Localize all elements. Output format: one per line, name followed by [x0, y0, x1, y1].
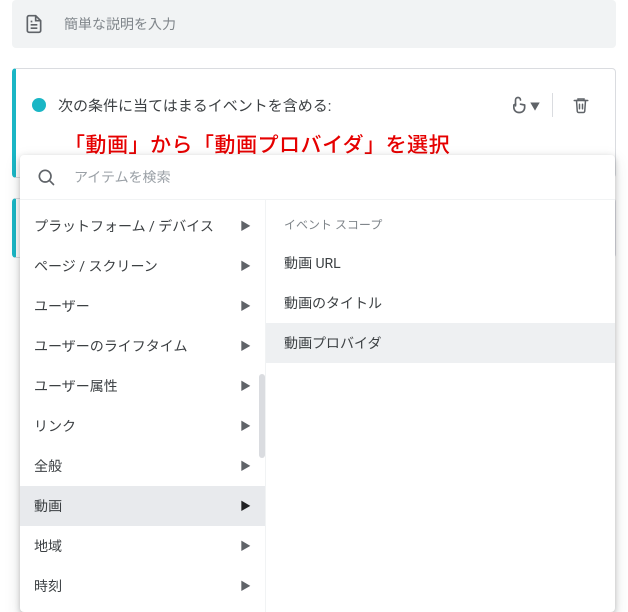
category-item[interactable]: ユーザー ▶	[20, 286, 265, 326]
category-label: 全般	[34, 456, 62, 476]
condition-actions: ▼	[506, 87, 599, 123]
description-placeholder: 簡単な説明を入力	[64, 14, 176, 34]
description-icon	[24, 14, 44, 34]
chevron-right-icon: ▶	[240, 458, 251, 474]
touch-action-button[interactable]: ▼	[506, 87, 542, 123]
category-item[interactable]: リンク ▶	[20, 406, 265, 446]
category-label: 時刻	[34, 576, 62, 596]
search-input[interactable]: アイテムを検索	[20, 155, 615, 200]
selection-popup: アイテムを検索 プラットフォーム / デバイス▶ページ / スクリーン▶ユーザー…	[20, 155, 615, 612]
category-label: 動画	[34, 496, 62, 516]
delete-button[interactable]	[563, 87, 599, 123]
items-column: イベント スコープ 動画 URL動画のタイトル動画プロバイダ	[266, 200, 615, 612]
category-label: 地域	[34, 536, 62, 556]
scope-label: イベント スコープ	[266, 206, 615, 243]
search-placeholder: アイテムを検索	[74, 167, 171, 187]
items-list-item[interactable]: 動画プロバイダ	[266, 323, 615, 363]
condition-header: 次の条件に当てはまるイベントを含める: ▼	[32, 87, 599, 123]
category-item[interactable]: ユーザー属性 ▶	[20, 366, 265, 406]
category-item[interactable]: プラットフォーム / デバイス ▶	[20, 206, 265, 246]
chevron-right-icon: ▶	[240, 498, 251, 514]
category-item[interactable]: 地域 ▶	[20, 526, 265, 566]
chevron-down-icon: ▼	[530, 98, 540, 113]
category-item[interactable]: ユーザーのライフタイム ▶	[20, 326, 265, 366]
scrollbar[interactable]	[259, 374, 265, 458]
category-item[interactable]: 動画 ▶	[20, 486, 265, 526]
chevron-right-icon: ▶	[240, 418, 251, 434]
chevron-right-icon: ▶	[240, 258, 251, 274]
action-separator	[552, 93, 553, 117]
condition-bullet-icon	[32, 98, 46, 112]
chevron-right-icon: ▶	[240, 578, 251, 594]
category-label: ユーザー	[34, 296, 90, 316]
chevron-right-icon: ▶	[240, 378, 251, 394]
condition-title: 次の条件に当てはまるイベントを含める:	[58, 95, 506, 116]
category-item[interactable]: 全般 ▶	[20, 446, 265, 486]
description-input-bar[interactable]: 簡単な説明を入力	[12, 0, 616, 48]
category-label: ユーザーのライフタイム	[34, 336, 187, 356]
category-label: ページ / スクリーン	[34, 256, 158, 276]
chevron-right-icon: ▶	[240, 298, 251, 314]
chevron-right-icon: ▶	[240, 538, 251, 554]
items-list-item[interactable]: 動画 URL	[266, 243, 615, 283]
items-list-item[interactable]: 動画のタイトル	[266, 283, 615, 323]
search-icon	[36, 167, 56, 187]
category-label: リンク	[34, 416, 76, 436]
category-column: プラットフォーム / デバイス▶ページ / スクリーン▶ユーザー▶ユーザーのライ…	[20, 200, 266, 612]
chevron-right-icon: ▶	[240, 338, 251, 354]
category-label: ユーザー属性	[34, 376, 118, 396]
category-label: プラットフォーム / デバイス	[34, 216, 214, 236]
popup-columns: プラットフォーム / デバイス▶ページ / スクリーン▶ユーザー▶ユーザーのライ…	[20, 200, 615, 612]
chevron-right-icon: ▶	[240, 218, 251, 234]
category-item[interactable]: 時刻 ▶	[20, 566, 265, 606]
category-item[interactable]: ページ / スクリーン ▶	[20, 246, 265, 286]
